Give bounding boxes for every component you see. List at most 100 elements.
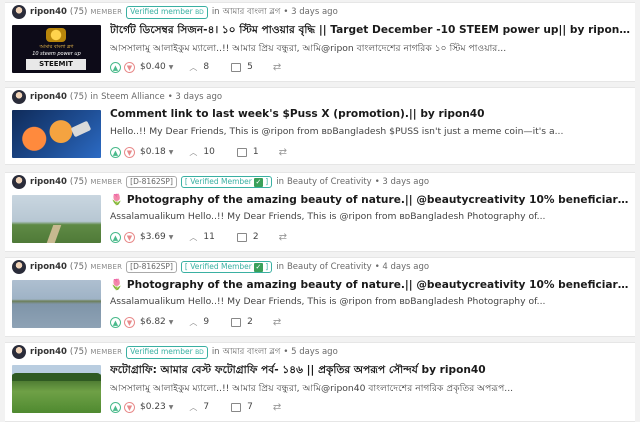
comment-icon[interactable] — [231, 402, 242, 412]
post-summary[interactable]: Assalamualikum Hello..!! My Dear Friends… — [110, 211, 630, 222]
post-title[interactable]: টার্গেট ডিসেম্বর সিজন-৪। ১০ স্টিম পাওয়া… — [110, 23, 630, 40]
check-icon: ✓ — [253, 178, 263, 187]
author-link[interactable]: ripon40 — [30, 177, 67, 187]
resteem-icon[interactable]: ⇄ — [273, 317, 281, 328]
post-summary[interactable]: Assalamualikum Hello..!! My Dear Friends… — [110, 296, 630, 307]
chevron-down-icon[interactable]: ▼ — [124, 146, 135, 158]
chevron-up-icon[interactable]: ▲ — [110, 146, 121, 158]
post-thumbnail[interactable] — [12, 195, 101, 243]
avatar[interactable] — [12, 345, 26, 359]
post-thumbnail[interactable] — [12, 365, 101, 413]
verified-badge: [ Verified Member ✓ ] — [180, 176, 273, 188]
community-link[interactable]: Steem Alliance — [101, 92, 165, 102]
post-thumbnail[interactable] — [12, 280, 101, 328]
verified-badge: Verified member BD — [126, 5, 208, 19]
community-link[interactable]: আমার বাংলা ব্লগ — [223, 345, 281, 359]
role-label: MEMBER — [90, 263, 123, 271]
resteem-icon[interactable]: ⇄ — [273, 62, 281, 73]
post-summary[interactable]: আসসালামু আলাইকুম ম্যালো..!! আমার প্রিয় … — [110, 41, 630, 56]
caret-down-icon[interactable]: ▼ — [169, 404, 174, 411]
comment-count[interactable]: 2 — [253, 232, 259, 242]
in-label: in — [276, 177, 284, 187]
check-icon: ✓ — [253, 263, 263, 272]
verified-badge: [ Verified Member ✓ ] — [180, 261, 273, 273]
post-footer: ▲ ▼ $0.23 ▼ ︿ 7 7 ⇄ — [110, 399, 281, 415]
post-summary[interactable]: Hello..!! My Dear Friends, This is @ripo… — [110, 126, 630, 137]
community-link[interactable]: আমার বাংলা ব্লগ — [223, 5, 281, 19]
post-time: • 4 days ago — [374, 262, 430, 272]
payout-value[interactable]: $3.69 — [140, 232, 166, 242]
upvote-count-icon: ︿ — [189, 62, 198, 72]
payout-value[interactable]: $0.23 — [140, 402, 166, 412]
comment-count[interactable]: 7 — [247, 402, 253, 412]
comment-count[interactable]: 5 — [247, 62, 253, 72]
resteem-icon[interactable]: ⇄ — [279, 232, 287, 243]
reputation: (75) — [69, 7, 88, 17]
comment-count[interactable]: 1 — [253, 147, 259, 157]
post-thumbnail[interactable] — [12, 110, 101, 158]
chevron-down-icon[interactable]: ▼ — [124, 316, 135, 328]
post-time: • 3 days ago — [283, 7, 338, 17]
role-label: MEMBER — [90, 8, 123, 16]
resteem-icon[interactable]: ⇄ — [273, 402, 281, 413]
post-thumbnail[interactable]: আমার বাংলা ব্লগ 10 steem power up STEEMI… — [12, 25, 101, 73]
payout-value[interactable]: $6.82 — [140, 317, 166, 327]
caret-down-icon[interactable]: ▼ — [169, 319, 174, 326]
resteem-icon[interactable]: ⇄ — [279, 147, 287, 158]
post-card: ripon40 (75) MEMBER [D-8162SP] [ Verifie… — [5, 257, 635, 337]
payout-value[interactable]: $0.18 — [140, 147, 166, 157]
vote-count[interactable]: 9 — [203, 317, 209, 327]
post-footer: ▲ ▼ $0.18 ▼ ︿ 10 1 ⇄ — [110, 144, 287, 160]
post-title[interactable]: 🌷 Photography of the amazing beauty of n… — [110, 278, 630, 291]
sp-tag: [D-8162SP] — [126, 176, 177, 188]
caret-down-icon[interactable]: ▼ — [169, 149, 174, 156]
avatar[interactable] — [12, 90, 26, 104]
post-title[interactable]: Comment link to last week's $Puss X (pro… — [110, 108, 630, 120]
comment-icon[interactable] — [236, 232, 247, 242]
chevron-up-icon[interactable]: ▲ — [110, 401, 121, 413]
post-card: ripon40 (75) MEMBER Verified member BD i… — [5, 2, 635, 82]
post-header: ripon40 (75) in Steem Alliance • 3 days … — [12, 88, 222, 106]
vote-count[interactable]: 11 — [203, 232, 214, 242]
post-card: ripon40 (75) MEMBER [D-8162SP] [ Verifie… — [5, 172, 635, 252]
vote-count[interactable]: 10 — [203, 147, 214, 157]
upvote-count-icon: ︿ — [189, 317, 198, 327]
avatar[interactable] — [12, 5, 26, 19]
post-time: • 3 days ago — [167, 92, 223, 102]
upvote-count-icon: ︿ — [189, 147, 198, 157]
post-title[interactable]: ফটোগ্রাফি: আমার বেস্ট ফটোগ্রাফি পর্ব- ১৪… — [110, 363, 630, 380]
upvote-count-icon: ︿ — [189, 402, 198, 412]
chevron-up-icon[interactable]: ▲ — [110, 231, 121, 243]
avatar[interactable] — [12, 260, 26, 274]
in-label: in — [276, 262, 284, 272]
reputation: (75) — [69, 347, 88, 357]
post-time: • 5 days ago — [283, 347, 338, 357]
role-label: MEMBER — [90, 348, 123, 356]
post-title[interactable]: 🌷 Photography of the amazing beauty of n… — [110, 193, 630, 206]
in-label: in — [211, 347, 220, 357]
role-label: MEMBER — [90, 178, 123, 186]
author-link[interactable]: ripon40 — [30, 7, 67, 17]
chevron-down-icon[interactable]: ▼ — [124, 61, 135, 73]
payout-value[interactable]: $0.40 — [140, 62, 166, 72]
caret-down-icon[interactable]: ▼ — [169, 234, 174, 241]
post-header: ripon40 (75) MEMBER Verified member BD i… — [12, 3, 338, 21]
author-link[interactable]: ripon40 — [30, 262, 67, 272]
vote-count[interactable]: 7 — [203, 402, 209, 412]
author-link[interactable]: ripon40 — [30, 347, 67, 357]
community-link[interactable]: Beauty of Creativity — [287, 262, 372, 272]
community-link[interactable]: Beauty of Creativity — [287, 177, 372, 187]
avatar[interactable] — [12, 175, 26, 189]
comment-icon[interactable] — [236, 147, 247, 157]
author-link[interactable]: ripon40 — [30, 92, 67, 102]
chevron-up-icon[interactable]: ▲ — [110, 61, 121, 73]
vote-count[interactable]: 8 — [203, 62, 209, 72]
comment-icon[interactable] — [231, 62, 242, 72]
chevron-up-icon[interactable]: ▲ — [110, 316, 121, 328]
chevron-down-icon[interactable]: ▼ — [124, 401, 135, 413]
chevron-down-icon[interactable]: ▼ — [124, 231, 135, 243]
caret-down-icon[interactable]: ▼ — [169, 64, 174, 71]
comment-icon[interactable] — [231, 317, 242, 327]
comment-count[interactable]: 2 — [247, 317, 253, 327]
post-summary[interactable]: আসসালামু আলাইকুম ম্যালো..!! আমার প্রিয় … — [110, 381, 630, 396]
